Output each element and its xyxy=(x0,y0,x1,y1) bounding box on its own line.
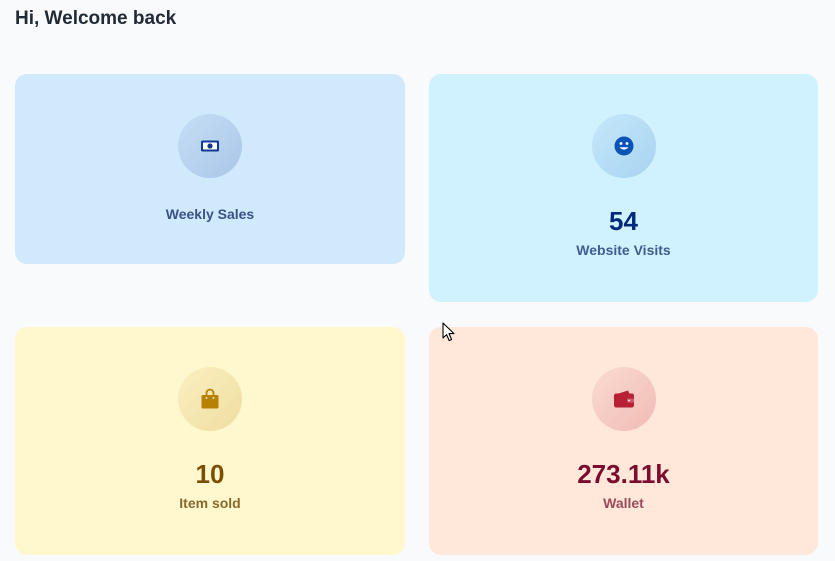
item-sold-label: Item sold xyxy=(179,495,241,511)
item-sold-icon-circle xyxy=(178,367,242,431)
website-visits-card: 54 Website Visits xyxy=(429,74,818,302)
shopping-bag-icon xyxy=(201,388,219,409)
wallet-icon xyxy=(613,390,634,408)
weekly-sales-icon-circle xyxy=(178,114,242,178)
item-sold-value: 10 xyxy=(195,459,225,489)
wallet-label: Wallet xyxy=(603,495,644,511)
page-title: Hi, Welcome back xyxy=(15,8,177,29)
website-visits-icon-circle xyxy=(591,114,656,178)
money-bill-icon xyxy=(201,140,219,152)
mouse-cursor-icon xyxy=(442,322,455,342)
wallet-icon-circle xyxy=(591,367,656,431)
website-visits-label: Website Visits xyxy=(576,242,671,258)
item-sold-card: 10 Item sold xyxy=(15,327,405,555)
wallet-value: 273.11k xyxy=(577,459,670,489)
website-visits-value: 54 xyxy=(609,206,638,236)
wallet-card: 273.11k Wallet xyxy=(429,327,818,555)
weekly-sales-label: Weekly Sales xyxy=(165,206,255,222)
smiley-face-icon xyxy=(614,136,633,156)
weekly-sales-card: Weekly Sales xyxy=(15,74,405,264)
